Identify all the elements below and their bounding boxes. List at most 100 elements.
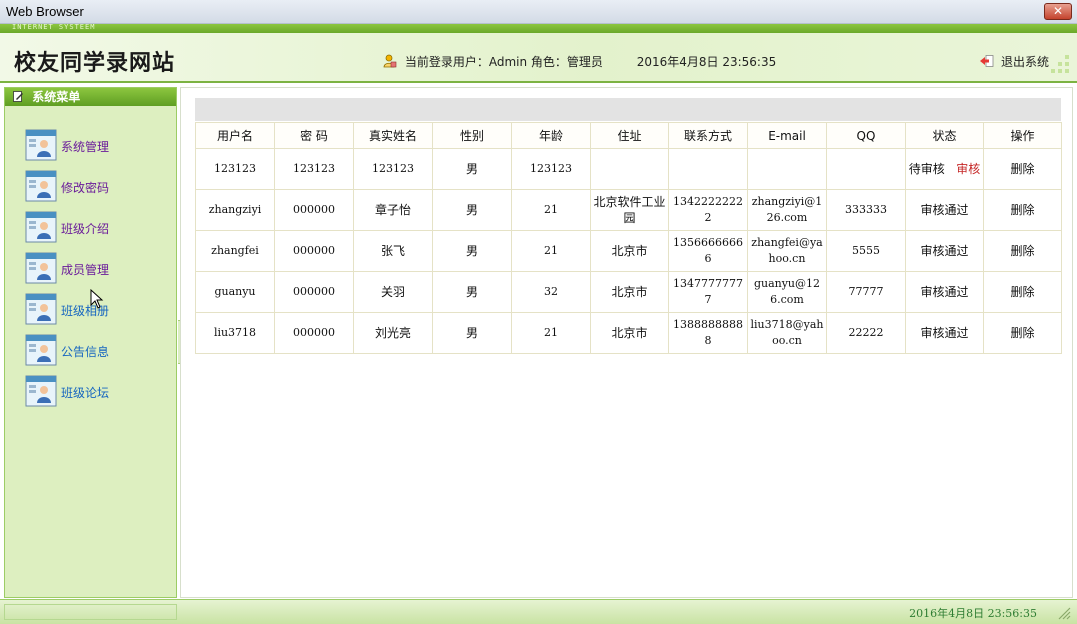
column-header: 性别 (432, 122, 512, 149)
logout-button[interactable]: 退出系统 (980, 53, 1049, 70)
site-title: 校友同学录网站 (14, 50, 176, 76)
cell-email: guanyu@126.com (747, 271, 827, 313)
cell-password: 123123 (274, 148, 354, 190)
cell-gender: 男 (432, 189, 512, 231)
cell-phone: 13422222222 (668, 189, 748, 231)
sidebar-item-system[interactable]: 系统管理 (25, 129, 165, 161)
sidebar-item-members[interactable]: 成员管理 (25, 252, 165, 284)
window-close-button[interactable]: ✕ (1044, 3, 1072, 20)
table-header-row: 用户名 密 码 真实姓名 性别 年龄 住址 联系方式 E-mail QQ 状态 … (195, 122, 1062, 149)
delete-link[interactable]: 删除 (983, 312, 1062, 354)
cell-username: liu3718 (195, 312, 275, 354)
sidebar: 系统菜单 系统管理 修改密码 班级介绍 成员管理 班级相册 公告信息 班级论坛 (4, 87, 177, 598)
column-header: 操作 (983, 122, 1062, 149)
user-card-icon (25, 211, 57, 243)
status-segment (4, 604, 177, 620)
cell-password: 000000 (274, 271, 354, 313)
column-header: 用户名 (195, 122, 275, 149)
column-header: 联系方式 (668, 122, 748, 149)
delete-link[interactable]: 删除 (983, 189, 1062, 231)
cell-phone: 13566666666 (668, 230, 748, 272)
user-card-icon (25, 334, 57, 366)
sidebar-item-label: 班级介绍 (61, 222, 110, 236)
table-row: 123123 123123 123123 男 123123 待审核 审核 删除 (195, 148, 1062, 190)
exit-arrow-icon (980, 55, 994, 67)
cell-realname: 刘光亮 (353, 312, 433, 354)
resize-grip-icon[interactable] (1057, 606, 1071, 620)
sidebar-item-label: 成员管理 (61, 263, 110, 277)
table-row: zhangfei 000000 张飞 男 21 北京市 13566666666 … (195, 230, 1062, 272)
cell-status: 审核通过 (905, 230, 984, 272)
sidebar-header: 系统菜单 (5, 88, 176, 106)
main-content: 用户名 密 码 真实姓名 性别 年龄 住址 联系方式 E-mail QQ 状态 … (180, 87, 1073, 598)
sidebar-item-label: 修改密码 (61, 181, 110, 195)
column-header: 真实姓名 (353, 122, 433, 149)
approve-link[interactable]: 审核 (956, 162, 980, 176)
cell-address: 北京软件工业园 (590, 189, 669, 231)
delete-link[interactable]: 删除 (983, 148, 1062, 190)
current-user-label: 当前登录用户：Admin 角色：管理员 (404, 55, 603, 69)
cell-email (747, 148, 827, 190)
cell-address: 北京市 (590, 312, 669, 354)
cell-status: 审核通过 (905, 271, 984, 313)
cell-username: 123123 (195, 148, 275, 190)
cell-address: 北京市 (590, 230, 669, 272)
delete-link[interactable]: 删除 (983, 271, 1062, 313)
cell-gender: 男 (432, 230, 512, 272)
brand-strip-text: INTERNET SYSTEEM (12, 23, 96, 31)
header-datetime: 2016年4月8日 23:56:35 (636, 55, 777, 69)
cell-email: liu3718@yahoo.cn (747, 312, 827, 354)
cell-password: 000000 (274, 230, 354, 272)
sidebar-item-notices[interactable]: 公告信息 (25, 334, 165, 366)
cell-realname: 张飞 (353, 230, 433, 272)
table-row: guanyu 000000 关羽 男 32 北京市 13477777777 gu… (195, 271, 1062, 313)
brand-strip: INTERNET SYSTEEM (0, 23, 1077, 33)
cell-address: 北京市 (590, 271, 669, 313)
user-card-icon (25, 170, 57, 202)
cell-phone: 13888888888 (668, 312, 748, 354)
cell-username: zhangfei (195, 230, 275, 272)
sidebar-item-class-intro[interactable]: 班级介绍 (25, 211, 165, 243)
sidebar-item-change-password[interactable]: 修改密码 (25, 170, 165, 202)
cell-gender: 男 (432, 271, 512, 313)
cell-email: zhangfei@yahoo.cn (747, 230, 827, 272)
status-text: 待审核 (908, 162, 945, 176)
table-row: zhangziyi 000000 章子怡 男 21 北京软件工业园 134222… (195, 189, 1062, 231)
status-bar: 2016年4月8日 23:56:35 (0, 599, 1077, 624)
cell-age: 21 (511, 189, 591, 231)
cell-password: 000000 (274, 189, 354, 231)
delete-link[interactable]: 删除 (983, 230, 1062, 272)
status-datetime: 2016年4月8日 23:56:35 (909, 607, 1037, 620)
sidebar-item-forum[interactable]: 班级论坛 (25, 375, 165, 407)
cell-status: 审核通过 (905, 189, 984, 231)
sidebar-header-label: 系统菜单 (32, 90, 81, 104)
content-toolbar (195, 98, 1061, 121)
column-header: 住址 (590, 122, 669, 149)
cell-age: 21 (511, 230, 591, 272)
cell-realname: 章子怡 (353, 189, 433, 231)
cell-qq (826, 148, 906, 190)
cell-qq: 22222 (826, 312, 906, 354)
user-card-icon (25, 375, 57, 407)
cell-age: 32 (511, 271, 591, 313)
cell-realname: 关羽 (353, 271, 433, 313)
column-header: 状态 (905, 122, 984, 149)
user-card-icon (25, 129, 57, 161)
user-card-icon (25, 252, 57, 284)
sidebar-item-label: 班级论坛 (61, 386, 110, 400)
column-header: 密 码 (274, 122, 354, 149)
cell-phone: 13477777777 (668, 271, 748, 313)
window-title-bar: Web Browser ✕ (0, 0, 1077, 24)
column-header: 年龄 (511, 122, 591, 149)
mouse-cursor-icon (90, 289, 104, 309)
cell-qq: 77777 (826, 271, 906, 313)
cell-username: zhangziyi (195, 189, 275, 231)
menu-edit-icon (13, 91, 23, 102)
logout-label: 退出系统 (1000, 55, 1049, 69)
cell-age: 21 (511, 312, 591, 354)
column-header: E-mail (747, 122, 827, 149)
cell-username: guanyu (195, 271, 275, 313)
user-lock-icon (383, 54, 397, 68)
sidebar-item-label: 公告信息 (61, 345, 110, 359)
column-header: QQ (826, 122, 906, 149)
